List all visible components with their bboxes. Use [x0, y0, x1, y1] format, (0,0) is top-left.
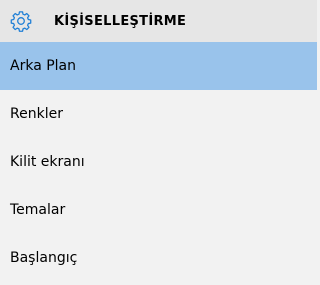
sidebar-item-baslangic[interactable]: Başlangıç	[0, 234, 317, 282]
sidebar-nav: Arka Plan Renkler Kilit ekranı Temalar B…	[0, 42, 317, 282]
settings-header: KİŞİSELLEŞTİRME	[0, 0, 317, 42]
sidebar-item-kilit-ekrani[interactable]: Kilit ekranı	[0, 138, 317, 186]
sidebar-item-temalar[interactable]: Temalar	[0, 186, 317, 234]
sidebar-item-arka-plan[interactable]: Arka Plan	[0, 42, 317, 90]
page-title: KİŞİSELLEŞTİRME	[54, 13, 187, 29]
sidebar-item-renkler[interactable]: Renkler	[0, 90, 317, 138]
gear-icon	[9, 9, 33, 33]
